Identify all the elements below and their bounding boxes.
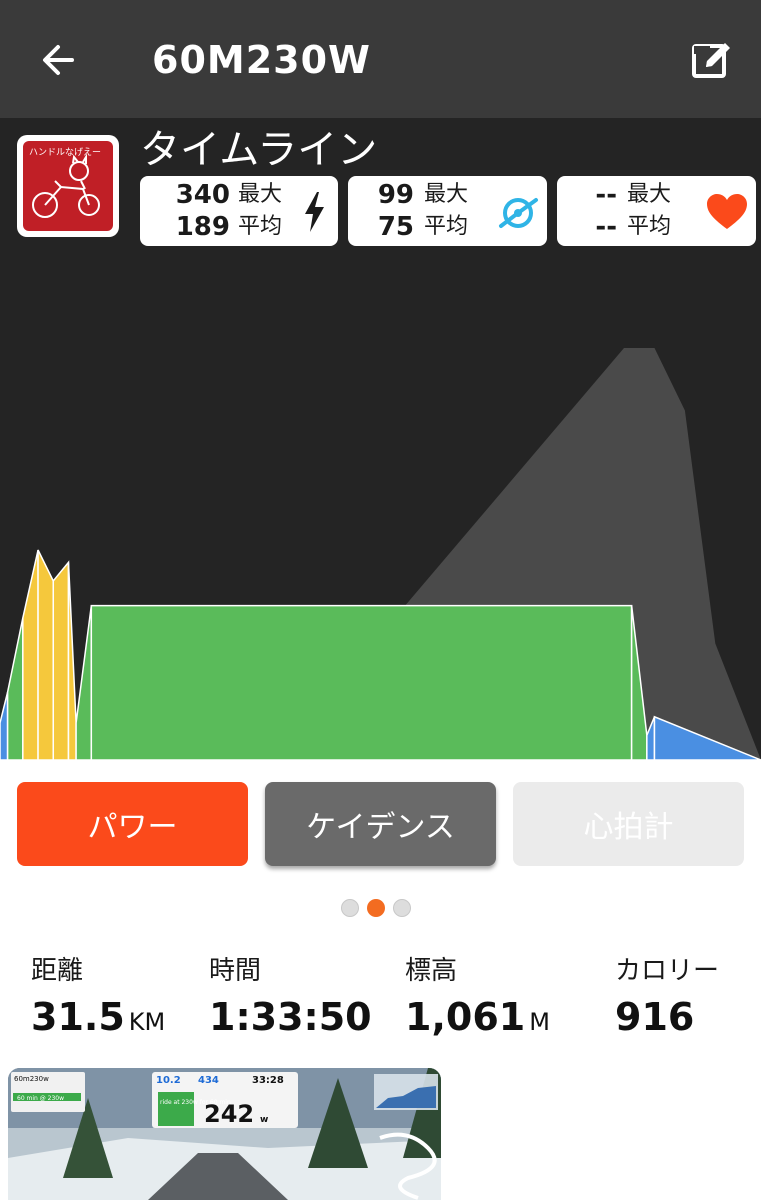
edit-icon	[692, 43, 730, 78]
distance-number: 31.5	[31, 995, 125, 1039]
heart-rate-stats-card: -- 最大 -- 平均	[557, 176, 756, 246]
power-segment	[22, 549, 39, 760]
power-max-value: 340	[175, 180, 230, 210]
elevation-label: 標高	[405, 956, 458, 986]
cadence-max-value: 99	[377, 180, 414, 210]
lightning-icon	[305, 192, 324, 232]
power-avg-value: 189	[175, 212, 230, 242]
avatar-caption: ハンドルなげえー	[29, 147, 101, 158]
timeline-heading: タイムライン	[140, 127, 378, 173]
top-app-bar: 60M230W	[0, 0, 761, 118]
power-segment	[90, 604, 633, 760]
calories-number: 916	[615, 995, 695, 1039]
back-button[interactable]	[30, 36, 86, 84]
time-label: 時間	[209, 956, 262, 986]
crank-icon	[499, 198, 538, 228]
page-indicator-dot-1[interactable]	[341, 899, 359, 917]
power-segment	[37, 549, 55, 760]
ride-screenshot-thumbnail[interactable]: 60m230w 60 min @ 230w 10.2 434 33:28 rid…	[8, 1068, 441, 1200]
heart-icon	[707, 194, 747, 229]
elevation-unit: M	[529, 1008, 550, 1036]
avatar-drawing: ハンドルなげえー	[29, 147, 101, 218]
page-indicator-dot-3[interactable]	[393, 899, 411, 917]
power-stats-card: 340 最大 189 平均	[140, 176, 338, 246]
power-segment	[52, 560, 70, 760]
power-avg-label: 平均	[238, 214, 283, 239]
power-segment	[0, 691, 9, 760]
power-max-label: 最大	[238, 182, 283, 207]
thumb-time: 33:28	[252, 1075, 284, 1086]
distance-unit: KM	[128, 1008, 166, 1036]
distance-label: 距離	[31, 956, 84, 986]
power-segment	[75, 605, 93, 760]
avatar[interactable]: ハンドルなげえー	[17, 135, 119, 237]
power-segment	[6, 617, 24, 760]
elevation-number: 1,061	[405, 995, 526, 1039]
thumb-step-text: 60 min @ 230w	[17, 1095, 64, 1102]
avatar-image: ハンドルなげえー	[23, 141, 113, 231]
thumb-power: 242	[204, 1100, 254, 1128]
back-arrow-icon	[43, 45, 74, 75]
tab-heart-rate[interactable]: 心拍計	[513, 782, 744, 866]
cadence-max-label: 最大	[424, 182, 469, 207]
thumb-distance: 10.2	[156, 1075, 181, 1086]
cadence-avg-value: 75	[377, 212, 414, 242]
distance-value: 31.5 KM	[31, 994, 165, 1045]
cadence-avg-label: 平均	[424, 214, 469, 239]
timeline-panel: ハンドルなげえー タイムライン 340 最大 189 平均 99 最大 75 平…	[0, 118, 761, 760]
elevation-value: 1,061 M	[405, 994, 550, 1045]
page-title: 60M230W	[152, 38, 371, 82]
power-segment	[67, 562, 77, 760]
time-number: 1:33:50	[209, 995, 372, 1039]
thumb-power-unit: w	[260, 1115, 268, 1125]
heart-rate-avg-label: 平均	[627, 214, 672, 239]
thumb-workout-name: 60m230w	[14, 1075, 49, 1083]
heart-rate-max-label: 最大	[627, 182, 672, 207]
heart-rate-max-value: --	[595, 180, 617, 210]
calories-label: カロリー	[615, 956, 720, 986]
edit-button[interactable]	[684, 34, 740, 86]
time-value: 1:33:50	[209, 994, 372, 1040]
page-indicator-dot-2[interactable]	[367, 899, 385, 917]
calories-value: 916	[615, 994, 694, 1040]
tab-cadence[interactable]: ケイデンス	[265, 782, 496, 866]
tab-power[interactable]: パワー	[17, 782, 248, 866]
ride-scene: 60m230w 60 min @ 230w 10.2 434 33:28 rid…	[8, 1068, 441, 1200]
cadence-stats-card: 99 最大 75 平均	[348, 176, 547, 246]
heart-rate-avg-value: --	[595, 212, 617, 242]
thumb-elevation: 434	[198, 1075, 219, 1086]
